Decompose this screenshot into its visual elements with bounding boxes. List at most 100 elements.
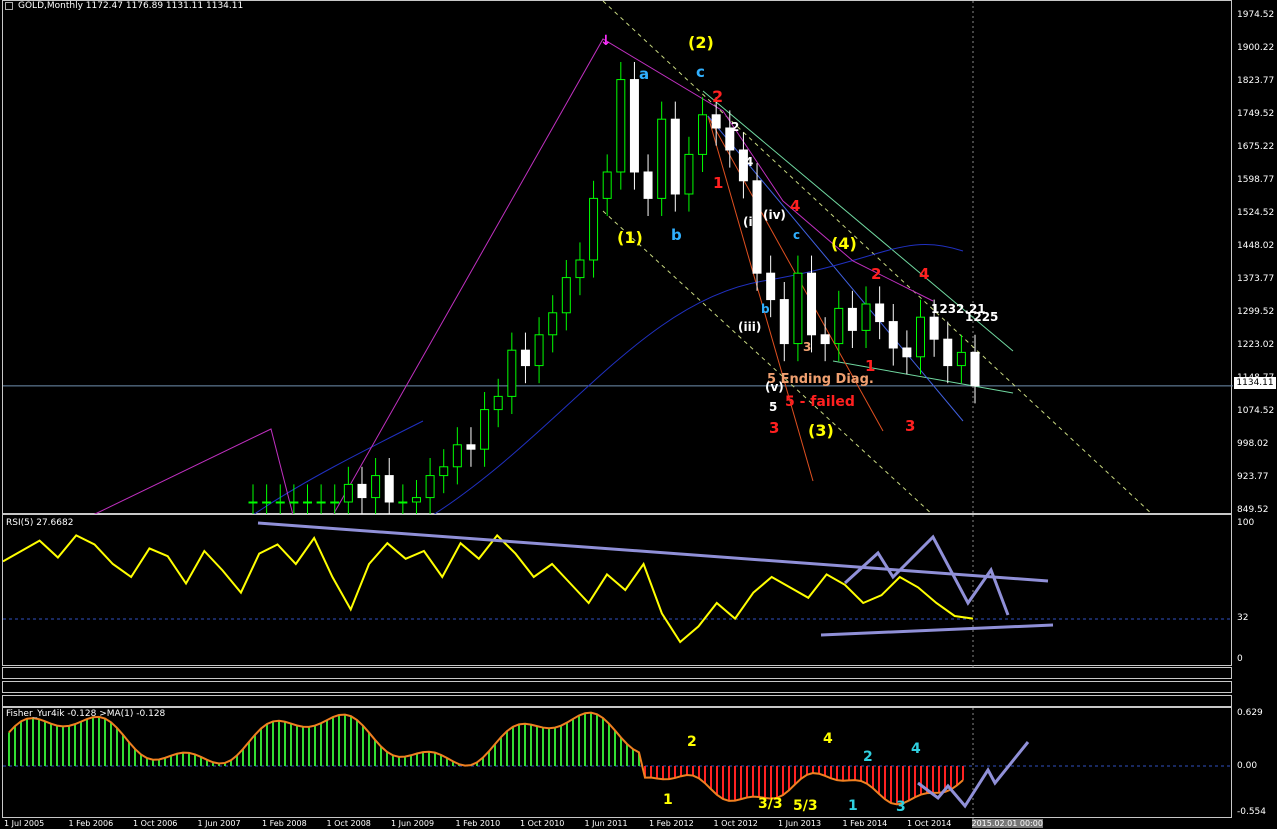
fisher-title: Fisher_Yur4ik -0.128 >MA(1) -0.128	[6, 709, 166, 719]
price-tick-label: 1675.22	[1237, 142, 1275, 152]
rsi-chart	[3, 515, 1233, 667]
time-tick-label: 1 Jun 2009	[391, 819, 435, 828]
rsi-support-trendline	[820, 623, 1054, 637]
candle-body	[520, 349, 530, 367]
price-tick-label: 1373.77	[1237, 274, 1275, 284]
zigzag-line	[92, 38, 934, 515]
empty-panel-3[interactable]	[2, 695, 1232, 707]
time-tick-label: 1 Oct 2010	[520, 819, 565, 828]
empty-panel-2[interactable]	[2, 681, 1232, 693]
wave-label-small-5: 5	[769, 400, 777, 414]
price-tick-label: 1749.52	[1237, 109, 1275, 119]
candle-body	[302, 501, 312, 504]
wave-label-4-red: 4	[790, 197, 800, 215]
time-tick-label: 1 Oct 2006	[133, 819, 178, 828]
time-tick-label: 1 Oct 2012	[713, 819, 758, 828]
time-tick-label: 1 Jul 2005	[4, 819, 45, 828]
price-tick-label: 1598.77	[1237, 175, 1275, 185]
wave-label-c: c	[696, 63, 705, 81]
wave-label-a: a	[639, 65, 649, 83]
candle-body	[847, 307, 857, 331]
wave-label-small-c: c	[793, 228, 800, 242]
candle-body	[602, 171, 612, 199]
fisher-tick-label: -0.554	[1237, 807, 1267, 817]
candle-body	[875, 303, 885, 323]
candle-body	[316, 501, 326, 504]
candle-body	[384, 475, 394, 503]
price-tick-label: 1823.77	[1237, 76, 1275, 86]
candle-body	[807, 272, 817, 336]
wave-label-iv: (iv)	[763, 208, 786, 222]
candle-body	[275, 501, 285, 504]
time-tick-label: 1 Feb 2014	[842, 819, 888, 828]
wave-label-b: b	[671, 226, 682, 244]
candle-body	[480, 409, 490, 450]
wave-label-1-major: (1)	[617, 228, 643, 247]
time-tick-label: 1 Feb 2012	[649, 819, 694, 828]
fisher-label-1-cyan: 1	[848, 798, 858, 814]
candle-body	[534, 334, 544, 367]
candle-body	[834, 307, 844, 345]
candle-body	[861, 303, 871, 331]
empty-panel-1[interactable]	[2, 667, 1232, 679]
candle-body	[711, 114, 721, 129]
candle-body	[888, 321, 898, 349]
candle-body	[670, 118, 680, 195]
fisher-tick-label: 0.00	[1237, 761, 1258, 771]
candle-body	[507, 349, 517, 397]
candle-body	[452, 444, 462, 468]
candle-body	[589, 197, 599, 261]
price-tick-label: 1074.52	[1237, 406, 1275, 416]
candle-body	[943, 338, 953, 367]
candle-body	[575, 259, 585, 279]
price-tick-label: 1900.22	[1237, 43, 1275, 53]
time-axis: 1 Jul 2005 1 Feb 2006 1 Oct 2006 1 Jun 2007…	[0, 818, 1232, 829]
fisher-panel[interactable]: 1 2 3/3 5/3 4 1 2 3 4	[2, 707, 1233, 819]
wave-label-2-red: 2	[712, 87, 723, 106]
candle-body	[439, 466, 449, 477]
candle-body	[902, 347, 912, 358]
time-tick-label: 1 Jun 2011	[584, 819, 628, 828]
price-tick-label: 1448.02	[1237, 241, 1275, 251]
price-tick-label: 1223.02	[1237, 340, 1275, 350]
wave-label-2-red-b: 2	[871, 265, 881, 283]
fisher-label-4-cyan: 4	[911, 741, 921, 757]
fisher-label-3-cyan: 3	[896, 799, 906, 815]
time-tick-label: 1 Feb 2008	[262, 819, 307, 828]
channel-upper-line	[602, 1, 1154, 515]
candle-body	[970, 351, 980, 387]
wave-label-small-i: (i)	[743, 215, 758, 229]
wave-label-4-red-b: 4	[919, 265, 929, 283]
candle-body	[398, 501, 408, 504]
candle-body	[248, 501, 258, 504]
price-tick-label: 1299.52	[1237, 307, 1275, 317]
time-tick-label: 1 Oct 2014	[907, 819, 952, 828]
rsi-panel[interactable]	[2, 514, 1233, 667]
fisher-label-2: 2	[687, 734, 697, 750]
candle-body	[561, 277, 571, 314]
candle-body	[371, 475, 381, 499]
wave-label-3-major: (3)	[808, 421, 834, 440]
candle-body	[766, 272, 776, 301]
top-arrow-marker: ↓	[600, 33, 612, 49]
candle-body	[548, 312, 558, 336]
candle-body	[629, 79, 639, 173]
time-tick-label: 2015.02.01 00:00	[971, 819, 1043, 828]
time-tick-label: 1 Oct 2008	[326, 819, 371, 828]
price-label-1225: 1225	[965, 310, 998, 324]
price-tick-label: 998.02	[1237, 439, 1269, 449]
current-price-tag: 1134.11	[1234, 377, 1276, 389]
candle-body	[425, 475, 435, 499]
fisher-axis: 0.629 0.00 -0.554	[1232, 707, 1277, 818]
candle-body	[411, 497, 421, 503]
rsi-resistance-trendline	[257, 521, 1049, 583]
rsi-title: RSI(5) 27.6682	[6, 518, 74, 528]
candle-body	[289, 501, 299, 504]
candle-body	[643, 171, 653, 199]
rsi-tick-label: 100	[1237, 518, 1255, 528]
candle-body	[684, 153, 694, 195]
price-panel[interactable]: a c (2) (1) b 2 1 4 (4) (3) 5 Ending Diag. 5 - fail…	[2, 0, 1233, 515]
time-tick-label: 1 Jun 2013	[778, 819, 822, 828]
rsi-tick-label: 32	[1237, 613, 1249, 623]
wave-label-small-3: 3	[803, 340, 811, 354]
